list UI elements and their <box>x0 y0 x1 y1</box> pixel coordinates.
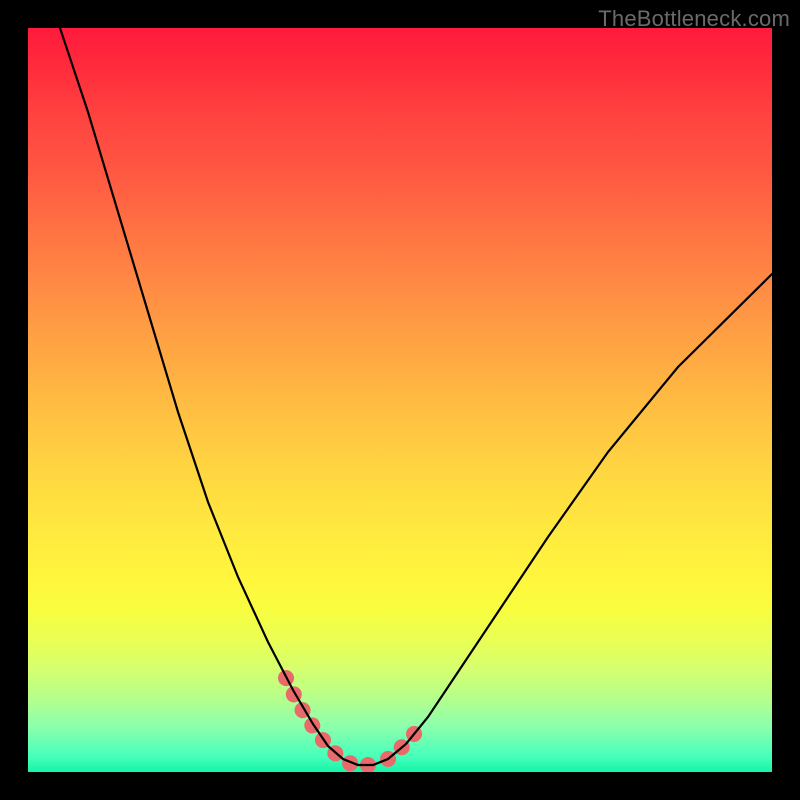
curve-layer <box>28 28 772 772</box>
highlight-group <box>286 678 424 765</box>
chart-stage: TheBottleneck.com <box>0 0 800 800</box>
plot-area <box>28 28 772 772</box>
bottleneck-curve <box>60 28 772 765</box>
left-bottom-blob <box>286 678 376 765</box>
